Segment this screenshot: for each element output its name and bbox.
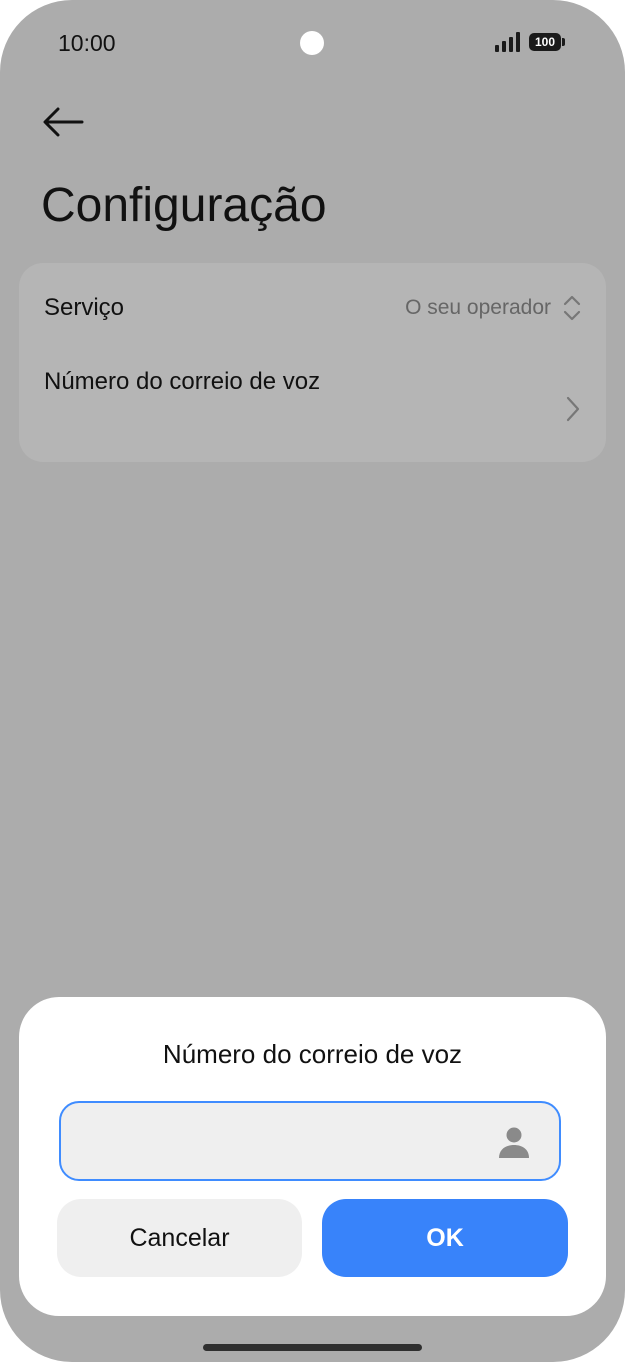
voicemail-number-input[interactable] — [81, 1123, 485, 1161]
battery-icon: 100 — [529, 33, 565, 51]
arrow-left-icon — [43, 107, 84, 137]
status-time: 10:00 — [58, 30, 116, 56]
voicemail-number-label: Número do correio de voz — [44, 368, 321, 395]
contact-person-icon[interactable] — [497, 1125, 531, 1159]
service-row[interactable]: Serviço O seu operador — [19, 263, 606, 351]
home-indicator[interactable] — [203, 1344, 422, 1351]
voicemail-input-box[interactable] — [59, 1101, 561, 1181]
voicemail-number-row[interactable]: Número do correio de voz — [19, 351, 606, 462]
phone-screen: 10:00 100 Configuração Serviço O seu ope… — [0, 0, 625, 1362]
up-down-chevron-icon — [563, 295, 581, 321]
settings-card: Serviço O seu operador Número do correio… — [19, 263, 606, 462]
dialog-title: Número do correio de voz — [162, 1039, 463, 1069]
ok-button[interactable]: OK — [322, 1199, 568, 1277]
signal-icon — [495, 32, 520, 52]
service-value: O seu operador — [405, 296, 551, 319]
cancel-button[interactable]: Cancelar — [57, 1199, 302, 1277]
voicemail-dialog: Número do correio de voz Cancelar OK — [19, 997, 606, 1316]
back-button[interactable] — [40, 100, 86, 144]
status-bar: 10:00 100 — [0, 0, 625, 88]
camera-cutout — [300, 31, 324, 55]
chevron-right-icon — [566, 396, 580, 422]
page-title: Configuração — [41, 179, 327, 232]
service-label: Serviço — [44, 294, 125, 321]
